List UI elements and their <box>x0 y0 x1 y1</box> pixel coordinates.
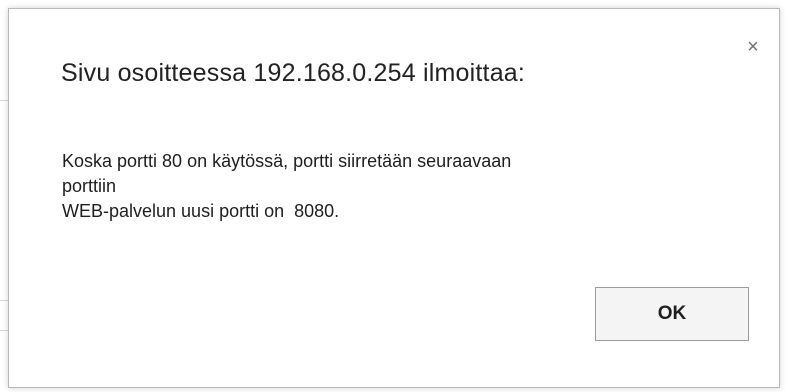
message-line: Koska portti 80 on käytössä, portti siir… <box>62 151 512 171</box>
message-line: WEB-palvelun uusi portti on 8080. <box>62 201 340 221</box>
alert-dialog: Sivu osoitteessa 192.168.0.254 ilmoittaa… <box>8 8 780 388</box>
close-icon[interactable]: × <box>743 37 763 57</box>
ok-button[interactable]: OK <box>595 287 749 341</box>
dialog-message: Koska portti 80 on käytössä, portti siir… <box>62 149 722 224</box>
message-line: porttiin <box>62 176 117 196</box>
dialog-title: Sivu osoitteessa 192.168.0.254 ilmoittaa… <box>61 59 526 87</box>
